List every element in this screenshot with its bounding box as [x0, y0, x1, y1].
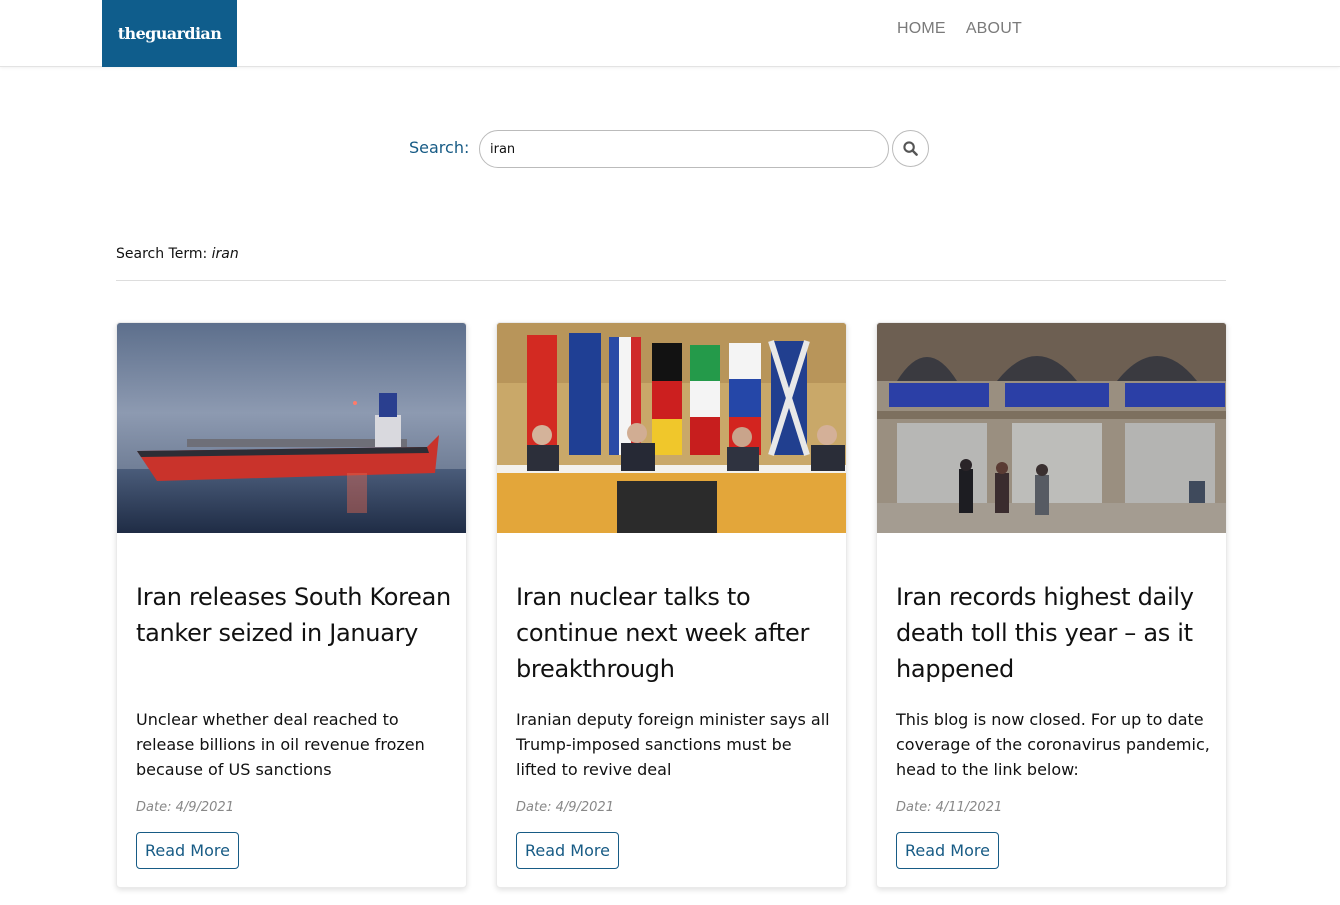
logo-text: theguardian	[117, 24, 222, 43]
search-term-row: Search Term: iran	[116, 246, 239, 262]
guardian-logo[interactable]: theguardian	[102, 0, 237, 67]
article-description: Unclear whether deal reached to release …	[136, 710, 425, 779]
tanker-ship-photo[interactable]	[117, 323, 466, 533]
nav-home-link[interactable]: HOME	[897, 20, 946, 38]
tehran-street-photo[interactable]	[877, 323, 1226, 533]
article-date: Date: 4/9/2021	[136, 800, 234, 815]
article-date: Date: 4/9/2021	[516, 800, 614, 815]
article-date: Date: 4/11/2021	[896, 800, 1003, 815]
main-nav: HOME ABOUT	[897, 20, 1022, 38]
search-term-label: Search Term:	[116, 246, 208, 262]
article-title[interactable]: Iran releases South Korean tanker seized…	[136, 579, 451, 651]
article-description: Iranian deputy foreign minister says all…	[516, 710, 830, 779]
search-label: Search:	[409, 138, 470, 157]
search-input[interactable]	[479, 130, 889, 168]
search-button[interactable]	[892, 130, 929, 167]
article-card: Iran records highest daily death toll th…	[876, 322, 1227, 888]
site-header: theguardian HOME ABOUT	[0, 0, 1340, 67]
read-more-button[interactable]: Read More	[136, 832, 239, 869]
nuclear-talks-flags-photo[interactable]	[497, 323, 846, 533]
article-description: This blog is now closed. For up to date …	[896, 710, 1210, 779]
search-term-value: iran	[211, 246, 239, 262]
article-card: Iran nuclear talks to continue next week…	[496, 322, 847, 888]
article-card: Iran releases South Korean tanker seized…	[116, 322, 467, 888]
article-title[interactable]: Iran nuclear talks to continue next week…	[516, 579, 831, 687]
search-icon	[903, 141, 918, 156]
nav-about-link[interactable]: ABOUT	[966, 20, 1022, 38]
article-title[interactable]: Iran records highest daily death toll th…	[896, 579, 1211, 687]
read-more-button[interactable]: Read More	[516, 832, 619, 869]
read-more-button[interactable]: Read More	[896, 832, 999, 869]
divider	[116, 280, 1226, 281]
